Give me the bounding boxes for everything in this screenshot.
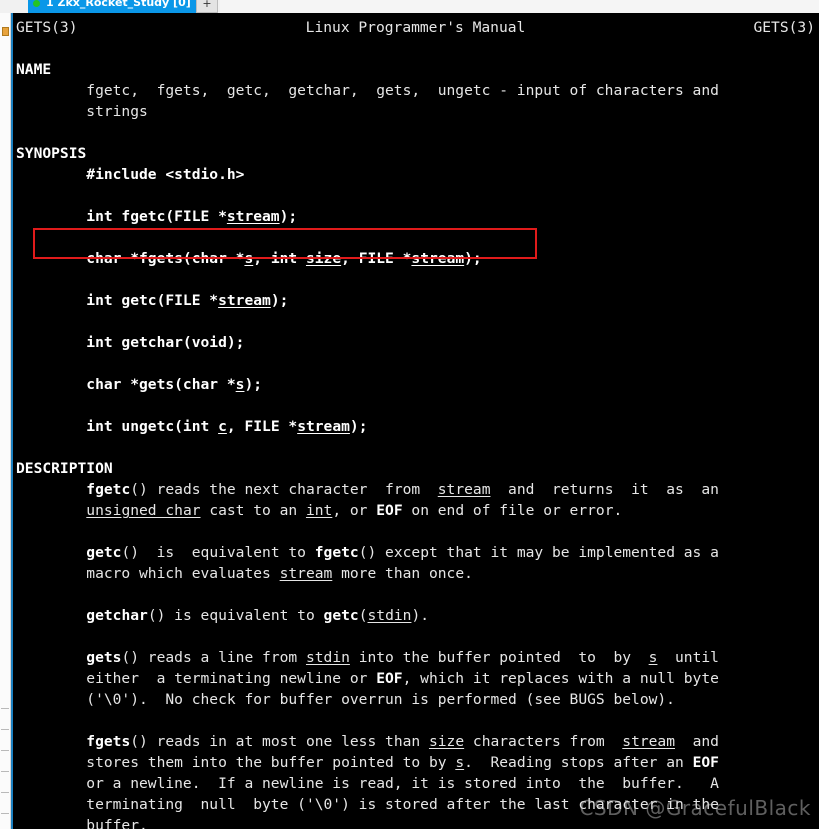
manpage-content: GETS(3) Linux Programmer's Manual GETS(3… <box>13 13 819 829</box>
name-line-1: fgetc, fgets, getc, getchar, gets, unget… <box>16 82 719 99</box>
synopsis-ungetc: int ungetc(int c, FILE *stream); <box>16 418 368 435</box>
watermark: CSDN @GracefulBlack <box>579 796 811 820</box>
desc-gets-line-2: either a terminating newline or EOF, whi… <box>16 670 719 687</box>
tab-bar-empty-area <box>220 0 819 13</box>
gutter-mark <box>1 771 9 772</box>
manpage-header-right: GETS(3) <box>753 19 815 36</box>
new-tab-button[interactable]: + <box>196 0 218 13</box>
gutter-mark <box>1 708 9 709</box>
desc-fgetc-line-2: unsigned char cast to an int, or EOF on … <box>86 502 623 519</box>
manpage-header: GETS(3) Linux Programmer's Manual GETS(3… <box>16 17 819 38</box>
gutter-mark <box>1 792 9 793</box>
manpage-header-center: Linux Programmer's Manual <box>305 19 526 36</box>
connected-dot-icon <box>33 0 40 7</box>
desc-getc-line-1: getc() is equivalent to fgetc() except t… <box>86 544 719 561</box>
desc-gets-line-1: gets() reads a line from stdin into the … <box>86 649 719 666</box>
screen: 1 Zkx_Rocket_Study [0] + GETS(3) Linux P… <box>0 0 819 829</box>
terminal-pane[interactable]: GETS(3) Linux Programmer's Manual GETS(3… <box>11 13 819 829</box>
name-line-2: strings <box>16 103 148 120</box>
terminal-tab-label: 1 Zkx_Rocket_Study [0] <box>46 0 191 9</box>
synopsis-include: #include <stdio.h> <box>16 166 245 183</box>
desc-fgetc-line-1: fgetc() reads the next character from st… <box>86 481 719 498</box>
manpage-header-left: GETS(3) <box>16 19 78 36</box>
section-heading-description: DESCRIPTION <box>16 460 113 477</box>
desc-fgets-line-1: fgets() reads in at most one less than s… <box>86 733 719 750</box>
synopsis-gets: char *gets(char *s); <box>16 376 263 393</box>
section-heading-synopsis: SYNOPSIS <box>16 145 87 162</box>
gutter-mark <box>1 750 9 751</box>
synopsis-getchar: int getchar(void); <box>16 334 245 351</box>
desc-getc-line-2: macro which evaluates stream more than o… <box>16 565 473 582</box>
gutter-mark <box>1 729 9 730</box>
section-heading-name: NAME <box>16 61 52 78</box>
desc-getchar-line-1: getchar() is equivalent to getc(stdin). <box>86 607 430 624</box>
synopsis-fgets: char *fgets(char *s, int size, FILE *str… <box>16 250 482 267</box>
terminal-tab-active[interactable]: 1 Zkx_Rocket_Study [0] <box>28 0 203 13</box>
terminal-tab-bar: 1 Zkx_Rocket_Study [0] + <box>0 0 819 13</box>
editor-gutter[interactable] <box>0 13 11 829</box>
desc-gets-line-3: ('\0'). No check for buffer overrun is p… <box>16 691 675 708</box>
desc-fgets-line-3: or a newline. If a newline is read, it i… <box>16 775 719 792</box>
desc-fgets-line-2: stores them into the buffer pointed to b… <box>16 754 719 771</box>
synopsis-fgetc: int fgetc(FILE *stream); <box>16 208 298 225</box>
bookmark-icon <box>2 27 9 36</box>
gutter-mark <box>1 813 9 814</box>
synopsis-getc: int getc(FILE *stream); <box>16 292 289 309</box>
